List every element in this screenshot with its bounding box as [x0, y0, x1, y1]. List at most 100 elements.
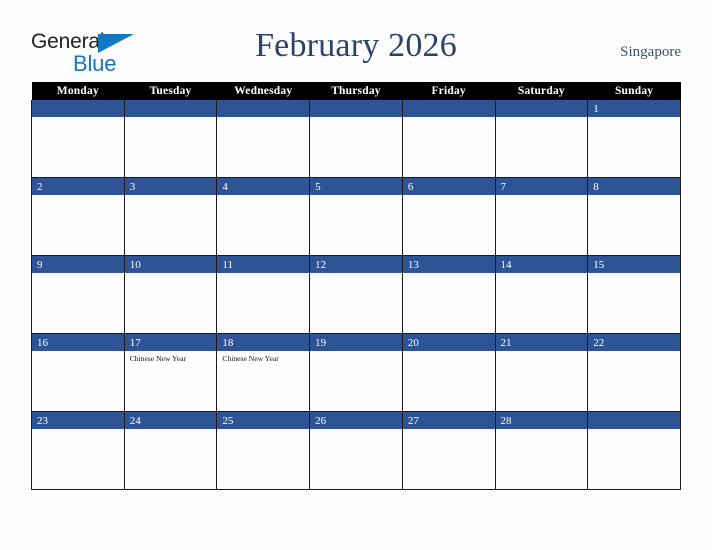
calendar-week-row: 9 10 11 12 13 14 15	[31, 255, 681, 334]
calendar-day-cell[interactable]: 24	[123, 411, 218, 490]
day-number: 18	[217, 334, 310, 351]
calendar-day-cell[interactable]: 21	[494, 333, 589, 412]
day-events	[32, 273, 124, 276]
day-events	[403, 195, 495, 198]
day-number: 2	[32, 178, 124, 195]
day-number: 10	[124, 256, 217, 273]
calendar-day-cell[interactable]: 12	[309, 255, 403, 334]
calendar-day-cell[interactable]: 22	[587, 333, 681, 412]
calendar-day-cell[interactable]: 17 Chinese New Year	[123, 333, 218, 412]
day-cell-inner: 15	[588, 256, 680, 333]
calendar-day-cell[interactable]	[123, 100, 218, 178]
calendar-day-cell[interactable]	[401, 100, 496, 178]
calendar-day-cell[interactable]: 16	[31, 333, 125, 412]
day-events	[496, 117, 588, 120]
calendar-day-cell[interactable]: 26	[309, 411, 403, 490]
day-number: 9	[32, 256, 124, 273]
day-number	[32, 100, 124, 117]
day-cell-inner: 4	[217, 178, 310, 255]
day-cell-inner: 22	[588, 334, 680, 411]
page-header: General Blue February 2026 Singapore	[0, 0, 712, 82]
day-number: 13	[402, 256, 495, 273]
calendar-day-cell[interactable]: 3	[123, 177, 218, 256]
day-cell-inner: 26	[310, 412, 402, 489]
calendar-day-cell[interactable]	[587, 411, 681, 490]
calendar-day-cell[interactable]: 1	[587, 100, 681, 178]
day-events	[125, 117, 217, 120]
day-number	[495, 100, 588, 117]
day-events	[496, 351, 588, 354]
calendar-day-cell[interactable]	[216, 100, 311, 178]
day-number: 11	[217, 256, 310, 273]
calendar-day-cell[interactable]: 23	[31, 411, 125, 490]
day-events	[310, 117, 402, 120]
calendar-day-cell[interactable]: 20	[401, 333, 496, 412]
weekday-header-row: Monday Tuesday Wednesday Thursday Friday Satu…	[31, 82, 681, 100]
calendar-week-row: 2345678	[31, 177, 681, 256]
calendar-day-cell[interactable]: 10	[123, 255, 218, 334]
day-events	[125, 195, 217, 198]
calendar-day-cell[interactable]	[31, 100, 125, 178]
day-number	[588, 412, 680, 429]
day-cell-inner	[310, 100, 402, 177]
calendar-day-cell[interactable]: 13	[401, 255, 496, 334]
calendar-header-row: Monday Tuesday Wednesday Thursday Friday Satu…	[31, 82, 681, 100]
holiday-event: Chinese New Year	[129, 354, 187, 363]
day-cell-inner: 2	[32, 178, 124, 255]
day-cell-inner	[588, 412, 680, 489]
calendar-body: 1 2 3 4 5 6 7 8 9 10 11 12 13 14 15 16 17 Chinese New Yea…	[31, 100, 681, 490]
calendar-table: Monday Tuesday Wednesday Thursday Friday Satu…	[31, 82, 681, 490]
calendar-day-cell[interactable]: 27	[401, 411, 496, 490]
calendar-day-cell[interactable]: 8	[587, 177, 681, 256]
calendar-day-cell[interactable]: 19	[309, 333, 403, 412]
day-cell-inner	[495, 100, 588, 177]
day-events	[403, 351, 495, 354]
day-number: 8	[588, 178, 680, 195]
weekday-header-friday: Friday	[402, 82, 496, 100]
weekday-header-monday: Monday	[31, 82, 125, 100]
day-events	[310, 195, 402, 198]
day-cell-inner	[124, 100, 217, 177]
day-events	[310, 351, 402, 354]
day-cell-inner: 3	[124, 178, 217, 255]
day-number: 12	[310, 256, 402, 273]
calendar-day-cell[interactable]: 28	[494, 411, 589, 490]
calendar-day-cell[interactable]: 18 Chinese New Year	[216, 333, 311, 412]
day-events	[403, 429, 495, 432]
day-cell-inner	[402, 100, 495, 177]
calendar-day-cell[interactable]	[309, 100, 403, 178]
calendar-week-row: 23 24 25 26 27 28	[31, 411, 681, 490]
page-title: February 2026	[255, 27, 457, 64]
day-events	[125, 429, 217, 432]
calendar-day-cell[interactable]: 6	[401, 177, 496, 256]
day-number: 4	[217, 178, 310, 195]
calendar-day-cell[interactable]: 9	[31, 255, 125, 334]
calendar-day-cell[interactable]: 5	[309, 177, 403, 256]
calendar-day-cell[interactable]: 7	[494, 177, 589, 256]
day-number: 15	[588, 256, 680, 273]
day-cell-inner: 17 Chinese New Year	[124, 334, 217, 411]
day-number: 1	[588, 100, 680, 117]
weekday-header-thursday: Thursday	[309, 82, 403, 100]
day-events	[32, 429, 124, 432]
calendar-day-cell[interactable]: 25	[216, 411, 311, 490]
day-events	[588, 273, 680, 276]
calendar-day-cell[interactable]: 2	[31, 177, 125, 256]
day-number: 24	[124, 412, 217, 429]
calendar-day-cell[interactable]: 4	[216, 177, 311, 256]
day-events	[588, 117, 680, 120]
calendar-day-cell[interactable]: 14	[494, 255, 589, 334]
day-events	[403, 117, 495, 120]
day-cell-inner: 19	[310, 334, 402, 411]
calendar-day-cell[interactable]: 15	[587, 255, 681, 334]
calendar-day-cell[interactable]	[494, 100, 589, 178]
day-events	[496, 195, 588, 198]
weekday-header-saturday: Saturday	[495, 82, 588, 100]
calendar-week-row: 16 17 Chinese New Year 18 Chinese New Year 19…	[31, 333, 681, 412]
day-events	[588, 351, 680, 354]
day-cell-inner: 11	[217, 256, 310, 333]
calendar-day-cell[interactable]: 11	[216, 255, 311, 334]
day-cell-inner: 20	[402, 334, 495, 411]
day-cell-inner: 8	[588, 178, 680, 255]
day-number: 21	[495, 334, 588, 351]
